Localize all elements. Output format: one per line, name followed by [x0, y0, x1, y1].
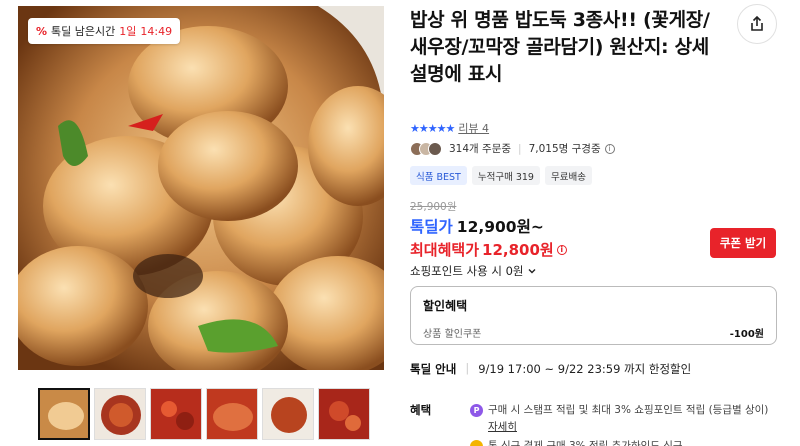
deal-info-label: 톡딜 안내	[410, 362, 457, 376]
get-coupon-button[interactable]: 쿠폰 받기	[710, 228, 776, 258]
benefit-label: 혜택	[410, 403, 432, 417]
benefit-row-stamp: P 구매 시 스탬프 적립 및 최대 3% 쇼핑포인트 적립 (등급별 상이) …	[470, 402, 770, 436]
divider: |	[465, 361, 470, 375]
badge-cumulative: 누적구매 319	[471, 166, 540, 185]
thumbnail-2[interactable]	[94, 388, 146, 440]
info-icon[interactable]: i	[604, 143, 615, 154]
max-price-label: 최대혜택가	[410, 241, 480, 259]
product-main-image: % 톡딜 남은시간 1일 14:49	[18, 6, 384, 370]
timer-days: 1일	[119, 25, 137, 38]
badge-food-best[interactable]: 식품 BEST	[410, 166, 467, 185]
benefit-detail-link[interactable]: 자세히	[488, 421, 517, 433]
rating-stars-icon: ★★★★★	[410, 121, 455, 135]
order-count: 314개 주문중	[449, 143, 512, 155]
info-icon[interactable]: i	[556, 244, 567, 255]
product-title: 밥상 위 명품 밥도둑 3종사!! (꽃게장/새우장/꼬막장 골라담기) 원산지…	[410, 9, 710, 85]
discount-heading: 할인혜택	[423, 299, 468, 313]
discount-benefit-box: 할인혜택 상품 할인쿠폰 -100원	[410, 286, 777, 345]
discount-line-label: 상품 할인쿠폰	[423, 329, 482, 340]
thumbnail-6[interactable]	[318, 388, 370, 440]
product-info-panel: 밥상 위 명품 밥도둑 3종사!! (꽃게장/새우장/꼬막장 골라담기) 원산지…	[410, 0, 782, 88]
timer-time: 14:49	[140, 24, 173, 38]
deal-price-row: 톡딜가 12,900원~	[410, 215, 544, 237]
buyer-avatars	[410, 141, 442, 156]
badge-free-shipping: 무료배송	[544, 166, 592, 185]
chevron-down-icon	[528, 269, 536, 274]
discount-percent-icon: %	[36, 24, 48, 38]
benefit-text: 구매 시 스탬프 적립 및 최대 3% 쇼핑포인트 적립 (등급별 상이)	[488, 404, 769, 416]
timer-label: 톡딜 남은시간	[51, 25, 116, 38]
review-link[interactable]: 리뷰 4	[458, 120, 489, 136]
discount-line: 상품 할인쿠폰 -100원	[423, 325, 764, 340]
thumbnail-3[interactable]	[150, 388, 202, 440]
deal-price-label: 톡딜가	[410, 218, 453, 236]
max-price-value: 12,800원	[482, 241, 554, 259]
divider: |	[518, 142, 522, 155]
thumbnail-4[interactable]	[206, 388, 258, 440]
avatar	[428, 141, 442, 156]
pay-icon	[470, 440, 483, 446]
deal-info-row: 톡딜 안내 | 9/19 17:00 ~ 9/22 23:59 까지 한정할인	[410, 361, 691, 377]
share-icon	[751, 15, 763, 31]
discount-line-amount: -100원	[729, 329, 764, 340]
share-button[interactable]	[737, 4, 777, 44]
deal-price-value: 12,900원~	[456, 218, 544, 236]
deal-info-value: 9/19 17:00 ~ 9/22 23:59 까지 한정할인	[478, 362, 692, 376]
product-badges: 식품 BEST 누적구매 319 무료배송	[410, 166, 592, 185]
order-stats-row: 314개 주문중 | 7,015명 구경중 i	[410, 141, 615, 156]
viewer-count: 7,015명 구경중	[528, 143, 601, 155]
thumbnail-5[interactable]	[262, 388, 314, 440]
point-icon: P	[470, 404, 483, 417]
thumbnail-1[interactable]	[38, 388, 90, 440]
deal-timer-badge: % 톡딜 남은시간 1일 14:49	[28, 18, 181, 44]
points-label: 쇼핑포인트 사용 시 0원	[410, 264, 524, 278]
points-dropdown[interactable]: 쇼핑포인트 사용 시 0원	[410, 263, 537, 279]
original-price: 25,900원	[410, 201, 457, 213]
benefit-section: 혜택 P 구매 시 스탬프 적립 및 최대 3% 쇼핑포인트 적립 (등급별 상…	[410, 402, 770, 446]
benefit-text-2: 톡 신규 결제 구매 3% 적립 추가하인드 신규	[488, 440, 683, 446]
thumbnail-strip	[38, 388, 370, 440]
rating-row: ★★★★★ 리뷰 4	[410, 120, 489, 136]
benefit-row-pay: 톡 신규 결제 구매 3% 적립 추가하인드 신규	[470, 438, 770, 446]
max-benefit-price-row: 최대혜택가 12,800원 i	[410, 239, 567, 260]
